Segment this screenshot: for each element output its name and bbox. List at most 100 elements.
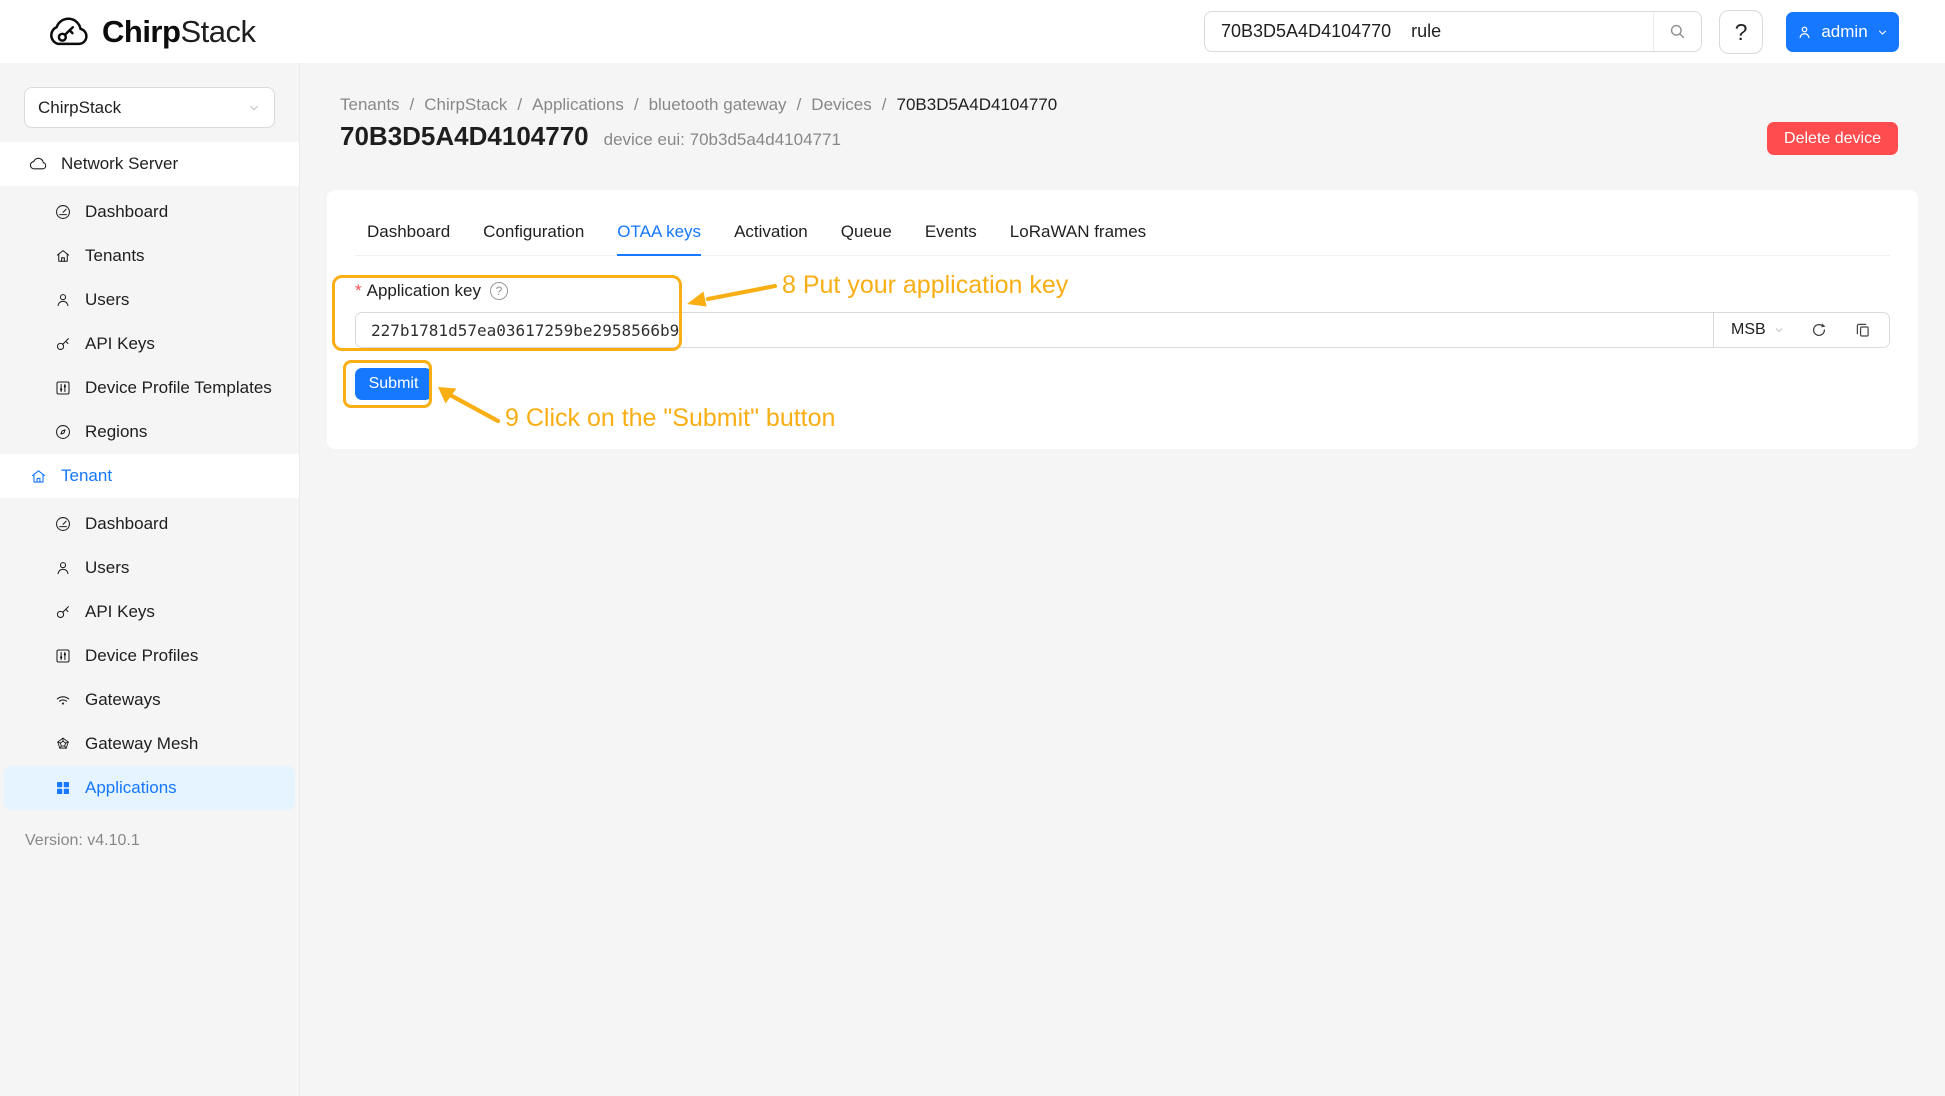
key-input-addon: MSB — [1713, 313, 1889, 347]
sidebar-item-gateway-mesh[interactable]: Gateway Mesh — [4, 722, 295, 766]
chevron-down-icon — [247, 101, 261, 115]
cloud-icon — [29, 155, 48, 174]
chevron-down-icon — [1773, 324, 1785, 336]
dashboard-icon — [54, 515, 72, 533]
application-key-label: Application key — [367, 281, 481, 301]
section-label: Network Server — [61, 154, 178, 174]
item-label: Device Profile Templates — [85, 378, 272, 398]
sidebar-section-network-server[interactable]: Network Server — [0, 142, 299, 186]
sidebar-item-tenant-api-keys[interactable]: API Keys — [4, 590, 295, 634]
tenant-menu: Dashboard Users API Keys Device Profiles… — [0, 498, 299, 810]
tab-activation[interactable]: Activation — [734, 222, 808, 255]
device-card: Dashboard Configuration OTAA keys Activa… — [327, 190, 1918, 449]
tab-lorawan-frames[interactable]: LoRaWAN frames — [1010, 222, 1146, 255]
copy-icon[interactable] — [1854, 321, 1872, 339]
item-label: API Keys — [85, 334, 155, 354]
item-label: Regions — [85, 422, 147, 442]
tab-otaa-keys[interactable]: OTAA keys — [617, 222, 701, 255]
top-header: ChirpStack ? admin — [0, 0, 1945, 63]
breadcrumb-device-eui: 70B3D5A4D4104770 — [897, 95, 1058, 115]
brand-text: ChirpStack — [102, 14, 255, 50]
required-mark: * — [355, 281, 362, 301]
application-key-label-row: * Application key ? — [355, 280, 1890, 302]
home-icon — [29, 467, 48, 486]
control-sliders-icon — [54, 647, 72, 665]
section-label: Tenant — [61, 466, 112, 486]
item-label: Gateways — [85, 690, 161, 710]
sidebar-item-ns-api-keys[interactable]: API Keys — [4, 322, 295, 366]
wifi-icon — [54, 691, 72, 709]
item-label: Dashboard — [85, 202, 168, 222]
sidebar-item-tenant-users[interactable]: Users — [4, 546, 295, 590]
tenant-select[interactable]: ChirpStack — [24, 87, 275, 128]
main-content: Tenants / ChirpStack / Applications / bl… — [300, 63, 1945, 1096]
user-icon — [54, 291, 72, 309]
network-server-menu: Dashboard Tenants Users API Keys Device … — [0, 186, 299, 454]
breadcrumb-bluetooth-gateway[interactable]: bluetooth gateway — [649, 95, 787, 115]
sidebar-item-ns-dashboard[interactable]: Dashboard — [4, 190, 295, 234]
page-title: 70B3D5A4D4104770 — [340, 121, 589, 152]
regenerate-key-icon[interactable] — [1810, 321, 1828, 339]
tab-configuration[interactable]: Configuration — [483, 222, 584, 255]
sidebar-item-gateways[interactable]: Gateways — [4, 678, 295, 722]
appstore-grid-icon — [54, 779, 72, 797]
sidebar-item-applications[interactable]: Applications — [4, 766, 295, 810]
breadcrumb-tenants[interactable]: Tenants — [340, 95, 400, 115]
application-key-input[interactable] — [356, 313, 1713, 347]
item-label: Users — [85, 558, 129, 578]
sidebar-item-device-profile-templates[interactable]: Device Profile Templates — [4, 366, 295, 410]
version-label: Version: v4.10.1 — [0, 832, 299, 850]
sidebar: ChirpStack Network Server Dashboard Tena… — [0, 63, 300, 1096]
item-label: API Keys — [85, 602, 155, 622]
item-label: Tenants — [85, 246, 145, 266]
item-label: Applications — [85, 778, 177, 798]
item-label: Gateway Mesh — [85, 734, 198, 754]
breadcrumb-separator: / — [400, 95, 425, 115]
page-head: 70B3D5A4D4104770 device eui: 70b3d5a4d41… — [340, 121, 841, 152]
global-search — [1204, 11, 1702, 52]
delete-device-button[interactable]: Delete device — [1767, 122, 1898, 155]
chevron-down-icon — [1876, 26, 1889, 39]
question-circle-icon[interactable]: ? — [490, 282, 508, 300]
breadcrumb-separator: / — [787, 95, 812, 115]
sidebar-item-ns-users[interactable]: Users — [4, 278, 295, 322]
key-icon — [54, 335, 72, 353]
breadcrumb-applications[interactable]: Applications — [532, 95, 624, 115]
chirpstack-logo: ChirpStack — [46, 0, 255, 63]
help-button[interactable]: ? — [1719, 10, 1763, 54]
user-icon — [54, 559, 72, 577]
compass-icon — [54, 423, 72, 441]
breadcrumb-chirpstack[interactable]: ChirpStack — [424, 95, 507, 115]
tenant-select-value: ChirpStack — [38, 98, 121, 118]
breadcrumb: Tenants / ChirpStack / Applications / bl… — [340, 95, 1057, 115]
control-sliders-icon — [54, 379, 72, 397]
page-subtitle: device eui: 70b3d5a4d4104771 — [604, 130, 841, 150]
breadcrumb-devices[interactable]: Devices — [811, 95, 871, 115]
breadcrumb-separator: / — [507, 95, 532, 115]
submit-button[interactable]: Submit — [355, 368, 432, 400]
dashboard-icon — [54, 203, 72, 221]
sidebar-item-device-profiles[interactable]: Device Profiles — [4, 634, 295, 678]
admin-label: admin — [1821, 22, 1867, 42]
item-label: Users — [85, 290, 129, 310]
byte-order-select[interactable]: MSB — [1731, 321, 1785, 339]
admin-user-menu[interactable]: admin — [1786, 12, 1899, 52]
tab-dashboard[interactable]: Dashboard — [367, 222, 450, 255]
chirpstack-cloud-icon — [46, 13, 92, 51]
sidebar-item-tenants[interactable]: Tenants — [4, 234, 295, 278]
tab-events[interactable]: Events — [925, 222, 977, 255]
user-icon — [1796, 24, 1813, 41]
tab-queue[interactable]: Queue — [841, 222, 892, 255]
key-icon — [54, 603, 72, 621]
sidebar-item-regions[interactable]: Regions — [4, 410, 295, 454]
item-label: Dashboard — [85, 514, 168, 534]
sidebar-section-tenant[interactable]: Tenant — [0, 454, 299, 498]
sidebar-item-tenant-dashboard[interactable]: Dashboard — [4, 502, 295, 546]
tab-bar: Dashboard Configuration OTAA keys Activa… — [355, 190, 1890, 256]
breadcrumb-separator: / — [624, 95, 649, 115]
search-icon[interactable] — [1653, 12, 1701, 51]
home-icon — [54, 247, 72, 265]
byte-order-value: MSB — [1731, 321, 1766, 339]
search-input[interactable] — [1205, 12, 1653, 51]
application-key-input-group: MSB — [355, 312, 1890, 348]
